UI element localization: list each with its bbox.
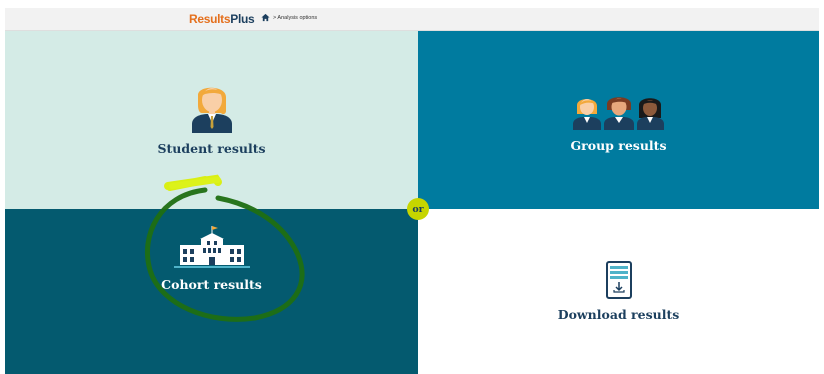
or-badge: or [407,198,429,220]
breadcrumb: > Analysis options [261,13,317,22]
top-header-bar: ResultsPlus > Analysis options [5,8,819,31]
home-icon[interactable] [261,13,270,22]
download-results-label: Download results [557,307,680,322]
student-results-tile[interactable]: Student results [5,31,418,209]
student-results-label: Student results [157,141,266,156]
cohort-results-tile[interactable]: Cohort results [5,209,418,374]
tablet-download-icon [605,261,632,299]
student-icon [191,87,232,133]
group-results-tile[interactable]: Group results [418,31,819,209]
group-icon [572,97,664,130]
breadcrumb-current: > Analysis options [273,14,318,21]
group-results-label: Group results [570,138,667,153]
resultsplus-logo[interactable]: ResultsPlus [189,12,255,26]
cohort-results-label: Cohort results [161,277,262,292]
download-results-tile[interactable]: Download results [418,209,819,374]
school-building-icon [173,226,250,268]
